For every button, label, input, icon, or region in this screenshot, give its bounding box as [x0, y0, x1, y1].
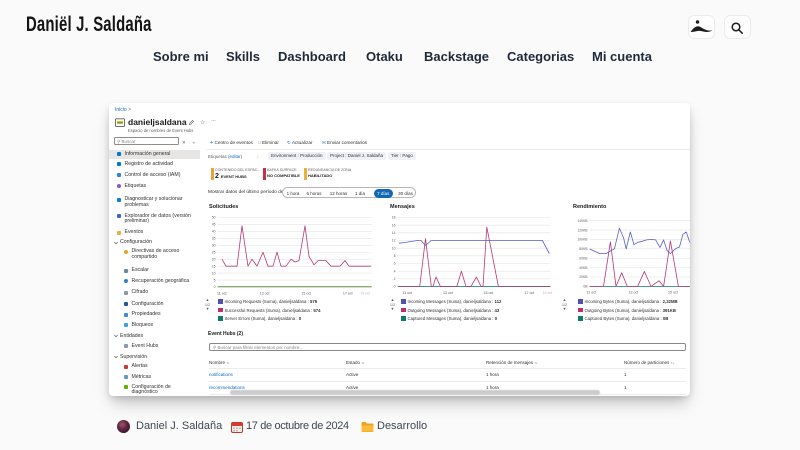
svg-text:17 oct: 17 oct: [525, 291, 535, 295]
svg-text:6: 6: [394, 262, 396, 266]
svg-text:60KB: 60KB: [579, 256, 588, 260]
svg-text:15: 15: [212, 264, 216, 268]
svg-text:40: 40: [212, 230, 216, 234]
svg-text:20KB: 20KB: [579, 275, 588, 279]
svg-text:13 oct: 13 oct: [260, 292, 270, 296]
svg-text:40KB: 40KB: [579, 266, 588, 270]
svg-text:120KB: 120KB: [577, 228, 588, 232]
svg-text:25: 25: [212, 250, 216, 254]
svg-text:13 oct: 13 oct: [629, 291, 639, 295]
svg-text:100KB: 100KB: [577, 238, 588, 242]
svg-text:4: 4: [394, 269, 396, 273]
svg-text:2: 2: [394, 277, 396, 281]
svg-text:30: 30: [212, 244, 216, 248]
svg-text:18: 18: [392, 216, 396, 220]
svg-text:16: 16: [392, 223, 396, 227]
svg-text:15 oct: 15 oct: [301, 292, 311, 296]
svg-text:80KB: 80KB: [579, 247, 588, 251]
svg-text:10: 10: [392, 246, 396, 250]
svg-text:10: 10: [212, 271, 216, 275]
svg-text:50: 50: [212, 216, 216, 220]
svg-text:0: 0: [394, 285, 396, 289]
svg-text:19 oct: 19 oct: [360, 292, 370, 296]
svg-text:45: 45: [212, 223, 216, 227]
svg-text:15 oct: 15 oct: [484, 291, 494, 295]
svg-text:12: 12: [392, 239, 396, 243]
svg-text:19 oct: 19 oct: [543, 291, 553, 295]
svg-text:17 oct: 17 oct: [343, 292, 353, 296]
svg-text:35: 35: [212, 237, 216, 241]
svg-text:11 oct: 11 oct: [403, 291, 413, 295]
svg-text:11 oct: 11 oct: [217, 292, 227, 296]
svg-text:13 oct: 13 oct: [443, 291, 453, 295]
svg-text:20: 20: [212, 257, 216, 261]
svg-text:140KB: 140KB: [577, 219, 588, 223]
svg-text:5: 5: [214, 278, 216, 282]
svg-text:15 oct: 15 oct: [668, 291, 678, 295]
svg-text:0B: 0B: [583, 285, 588, 289]
svg-text:8: 8: [394, 254, 396, 258]
svg-text:0: 0: [214, 285, 216, 289]
svg-text:14: 14: [392, 231, 396, 235]
svg-text:11 oct: 11 oct: [587, 291, 597, 295]
